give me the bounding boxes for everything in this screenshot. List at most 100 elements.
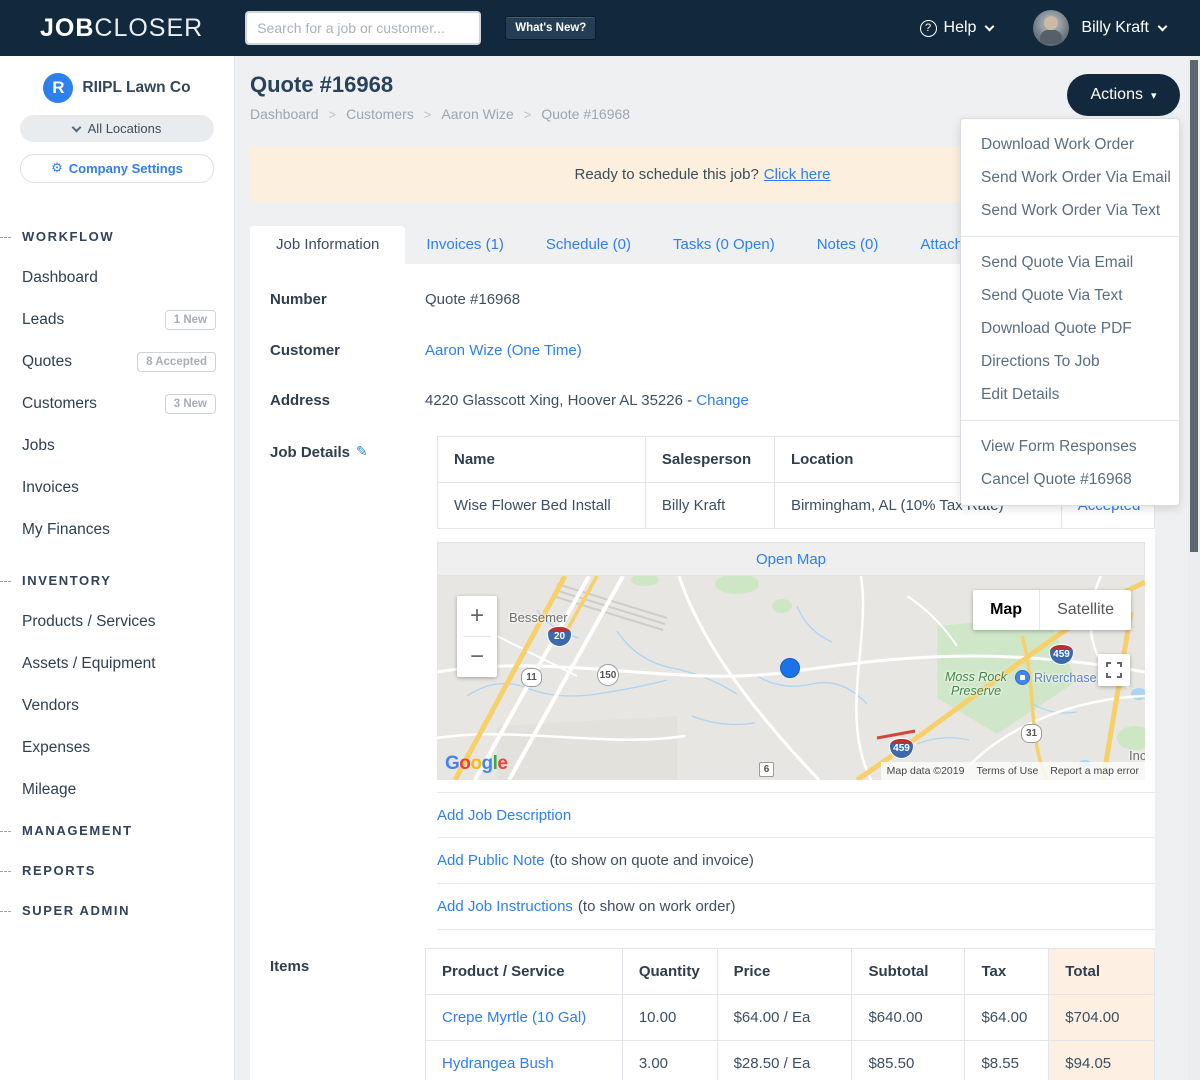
company-logo: R [43, 73, 74, 103]
menu-item-download-work-order[interactable]: Download Work Order [961, 128, 1179, 161]
search-input[interactable] [245, 11, 482, 45]
item-subtotal: $640.00 [851, 994, 966, 1041]
menu-item-send-work-order-email[interactable]: Send Work Order Via Email [961, 161, 1179, 194]
sidebar-item-invoices[interactable]: Invoices [0, 467, 234, 509]
tab-tasks[interactable]: Tasks (0 Open) [652, 226, 796, 264]
help-menu[interactable]: ? Help [919, 19, 995, 37]
col-salesperson: Salesperson [644, 436, 775, 483]
add-job-instructions-link[interactable]: Add Job Instructions [437, 898, 573, 915]
app-root: JOBCLOSER What's New? ? Help Billy Kraft… [0, 0, 1200, 1080]
item-tax: $64.00 [964, 994, 1050, 1041]
section-super-admin[interactable]: SUPER ADMIN [0, 891, 234, 931]
item-row: Crepe Myrtle (10 Gal) 10.00 $64.00 / Ea … [425, 994, 1155, 1041]
add-public-note-link[interactable]: Add Public Note [437, 852, 545, 869]
locations-selector[interactable]: All Locations [20, 115, 214, 142]
tab-schedule[interactable]: Schedule (0) [525, 226, 652, 264]
tab-notes[interactable]: Notes (0) [796, 226, 900, 264]
col-quantity: Quantity [621, 948, 718, 995]
breadcrumb-customers[interactable]: Customers [346, 106, 414, 122]
map-label-inc: Inc [1129, 748, 1145, 763]
item-quantity: 3.00 [621, 1040, 718, 1080]
job-instructions-hint: (to show on work order) [577, 898, 736, 915]
sidebar-item-vendors[interactable]: Vendors [0, 685, 234, 727]
section-inventory[interactable]: INVENTORY [0, 561, 234, 601]
zoom-in-button[interactable]: + [457, 596, 497, 636]
zoom-out-button[interactable]: − [457, 637, 497, 677]
item-tax: $8.55 [964, 1040, 1050, 1080]
map-attribution: Map data ©2019 Terms of Use Report a map… [880, 762, 1145, 780]
menu-item-download-quote-pdf[interactable]: Download Quote PDF [961, 312, 1179, 345]
customer-link[interactable]: Aaron Wize [425, 342, 503, 359]
top-bar: JOBCLOSER What's New? ? Help Billy Kraft [0, 0, 1200, 56]
add-job-description-link[interactable]: Add Job Description [437, 807, 571, 824]
sidebar-item-products-services[interactable]: Products / Services [0, 601, 234, 643]
app-logo[interactable]: JOBCLOSER [40, 14, 203, 43]
edit-pencil-icon[interactable]: ✎ [356, 444, 368, 461]
actions-button[interactable]: Actions ▾ [1067, 74, 1180, 116]
menu-group-work-order: Download Work Order Send Work Order Via … [961, 119, 1179, 236]
change-address-link[interactable]: Change [696, 392, 749, 409]
scrollbar-thumb[interactable] [1190, 60, 1198, 552]
map-label-moss-rock-1: Moss Rock [945, 670, 1007, 684]
sidebar-item-mileage[interactable]: Mileage [0, 769, 234, 811]
fullscreen-button[interactable] [1098, 654, 1130, 686]
add-public-note-row: Add Public Note (to show on quote and inv… [437, 838, 1155, 884]
item-total: $704.00 [1048, 994, 1155, 1041]
gear-icon: ⚙ [51, 161, 63, 176]
map-type-satellite-button[interactable]: Satellite [1040, 590, 1131, 630]
item-product-link[interactable]: Hydrangea Bush [442, 1055, 554, 1072]
sidebar-item-expenses[interactable]: Expenses [0, 727, 234, 769]
sidebar-item-my-finances[interactable]: My Finances [0, 509, 234, 551]
terms-of-use-link[interactable]: Terms of Use [970, 762, 1045, 780]
number-label: Number [270, 291, 327, 308]
job-location-marker[interactable] [780, 658, 800, 678]
sidebar-item-customers[interactable]: Customers 3 New [0, 383, 234, 425]
tab-bar: Job Information Invoices (1) Schedule (0… [250, 226, 1047, 264]
sidebar-item-assets-equipment[interactable]: Assets / Equipment [0, 643, 234, 685]
item-product-link[interactable]: Crepe Myrtle (10 Gal) [442, 1009, 586, 1026]
sidebar-item-quotes[interactable]: Quotes 8 Accepted [0, 341, 234, 383]
page-scrollbar[interactable] [1188, 56, 1200, 1080]
open-map-link[interactable]: Open Map [756, 551, 826, 568]
user-avatar[interactable] [1033, 10, 1070, 46]
tab-job-information[interactable]: Job Information [250, 226, 406, 264]
breadcrumb-separator: > [328, 106, 337, 122]
map-canvas[interactable]: + − Map Satellite Bessemer Moss Rock Pre [437, 576, 1145, 780]
col-price: Price [716, 948, 853, 995]
tab-invoices[interactable]: Invoices (1) [405, 226, 525, 264]
add-job-instructions-row: Add Job Instructions (to show on work ord… [437, 884, 1155, 930]
sidebar-item-leads[interactable]: Leads 1 New [0, 299, 234, 341]
sidebar-item-jobs[interactable]: Jobs [0, 425, 234, 467]
actions-dropdown-menu: Download Work Order Send Work Order Via … [960, 118, 1180, 506]
section-reports[interactable]: REPORTS [0, 851, 234, 891]
col-tax: Tax [964, 948, 1050, 995]
company-row[interactable]: R RIIPL Lawn Co [0, 73, 234, 103]
add-job-description-row: Add Job Description [437, 792, 1155, 838]
map-type-map-button[interactable]: Map [973, 590, 1041, 630]
whats-new-button[interactable]: What's New? [505, 16, 597, 40]
breadcrumb-dashboard[interactable]: Dashboard [250, 106, 319, 122]
job-salesperson: Billy Kraft [644, 482, 775, 529]
menu-item-send-work-order-text[interactable]: Send Work Order Via Text [961, 194, 1179, 227]
menu-item-cancel-quote[interactable]: Cancel Quote #16968 [961, 463, 1179, 496]
section-management[interactable]: MANAGEMENT [0, 811, 234, 851]
shopping-pin-icon[interactable] [1015, 670, 1030, 685]
breadcrumb-customer[interactable]: Aaron Wize [441, 106, 513, 122]
route-150-shield: 150 [597, 664, 619, 686]
section-workflow[interactable]: WORKFLOW [0, 217, 234, 257]
col-name: Name [437, 436, 646, 483]
schedule-click-here-link[interactable]: Click here [764, 166, 831, 183]
menu-item-send-quote-email[interactable]: Send Quote Via Email [961, 246, 1179, 279]
caret-down-icon: ▾ [1150, 88, 1157, 102]
map-zoom-control: + − [457, 596, 497, 677]
menu-item-send-quote-text[interactable]: Send Quote Via Text [961, 279, 1179, 312]
company-settings-button[interactable]: ⚙ Company Settings [20, 154, 214, 183]
menu-item-directions-to-job[interactable]: Directions To Job [961, 345, 1179, 378]
sidebar-item-dashboard[interactable]: Dashboard [0, 257, 234, 299]
breadcrumb-quote: Quote #16968 [541, 106, 631, 122]
report-map-error-link[interactable]: Report a map error [1044, 762, 1145, 780]
user-menu[interactable]: Billy Kraft [1081, 19, 1168, 37]
menu-item-view-form-responses[interactable]: View Form Responses [961, 430, 1179, 463]
settings-label: Company Settings [68, 161, 183, 176]
menu-item-edit-details[interactable]: Edit Details [961, 378, 1179, 411]
